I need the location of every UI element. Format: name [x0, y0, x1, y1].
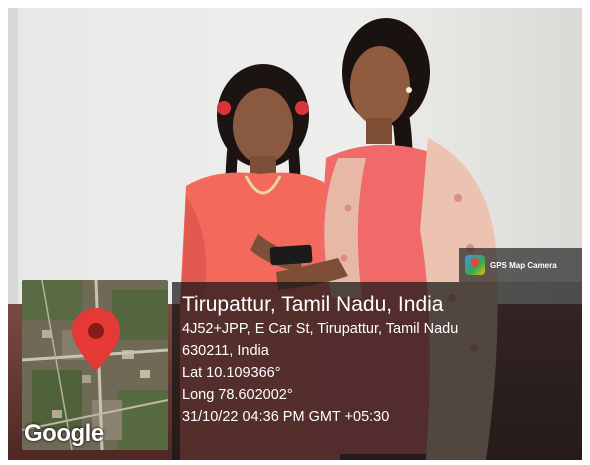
mini-map: Google	[22, 280, 168, 450]
gps-map-camera-icon	[465, 255, 485, 275]
address-line-1: 4J52+JPP, E Car St, Tirupattur, Tamil Na…	[182, 321, 459, 337]
location-info-panel: Tirupattur, Tamil Nadu, India 4J52+JPP, …	[172, 282, 582, 460]
timestamp: 31/10/22 04:36 PM GMT +05:30	[182, 409, 390, 425]
longitude: Long 78.602002°	[182, 387, 293, 403]
location-title: Tirupattur, Tamil Nadu, India	[182, 293, 444, 316]
address-line-2: 630211, India	[182, 343, 269, 359]
gps-map-camera-badge: GPS Map Camera	[459, 248, 582, 282]
google-logo: Google	[24, 420, 104, 447]
latitude: Lat 10.109366°	[182, 365, 281, 381]
photo-frame: GPS Map Camera Google Tirupattur, Tamil …	[8, 8, 582, 460]
badge-label: GPS Map Camera	[490, 260, 557, 270]
